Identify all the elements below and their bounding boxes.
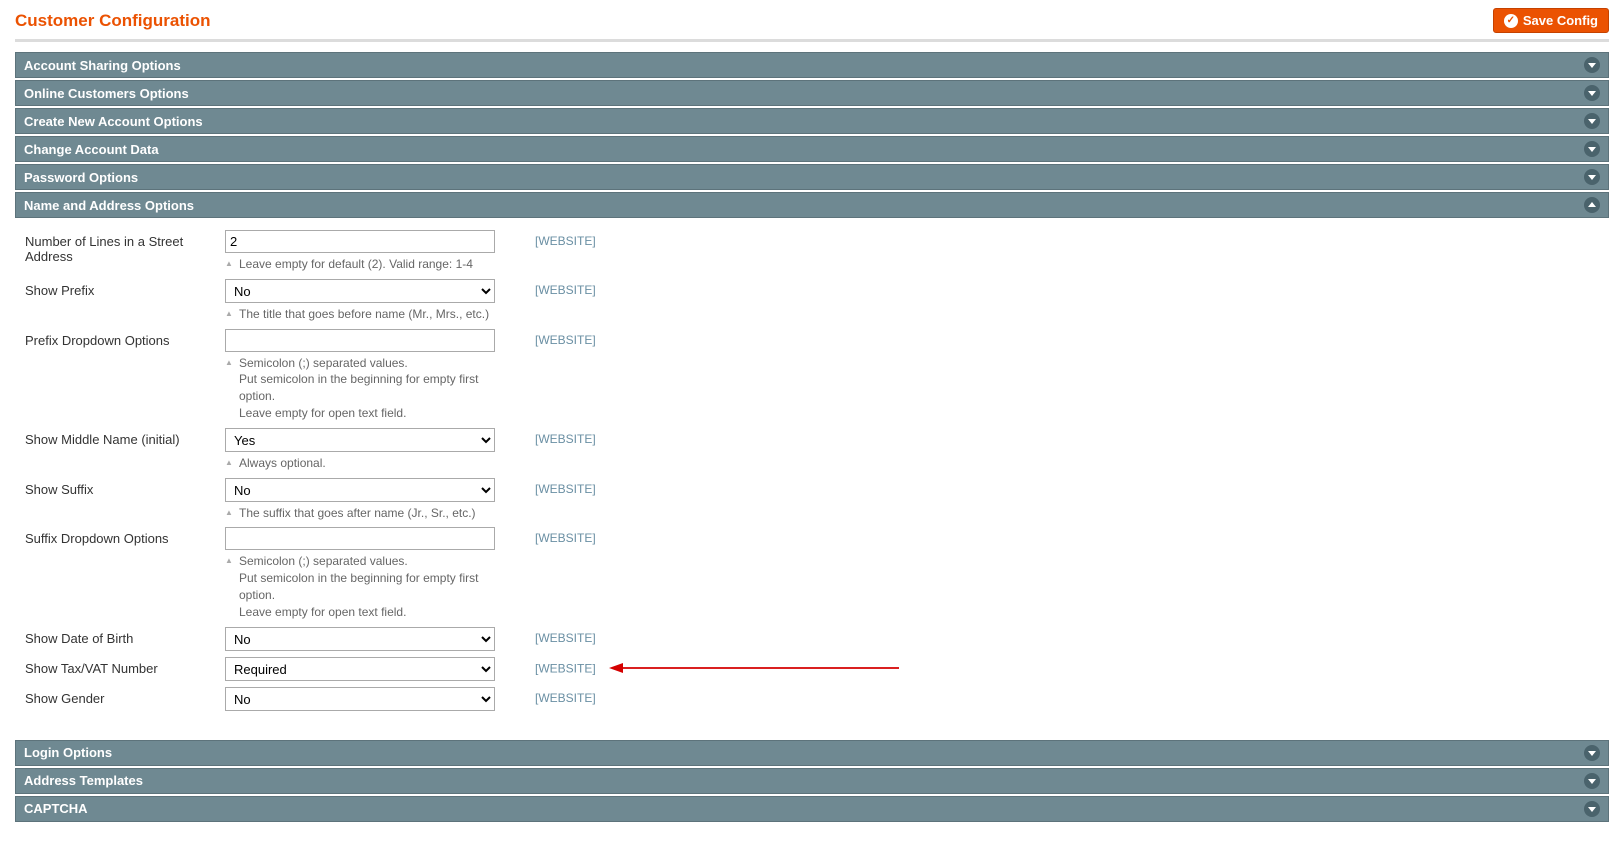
suffix-options-input[interactable] — [225, 527, 495, 550]
lines-input[interactable] — [225, 230, 495, 253]
field-row-show-prefix: Show Prefix No The title that goes befor… — [25, 279, 1599, 323]
annotation-arrow-icon — [609, 661, 899, 678]
section-title: Create New Account Options — [24, 114, 203, 129]
scope-label: [WEBSITE] — [535, 234, 596, 248]
section-title: Account Sharing Options — [24, 58, 181, 73]
page-title: Customer Configuration — [15, 11, 211, 31]
scope-label: [WEBSITE] — [535, 283, 596, 297]
section-account-sharing[interactable]: Account Sharing Options — [15, 52, 1609, 78]
chevron-up-icon — [1584, 197, 1600, 213]
section-title: Online Customers Options — [24, 86, 189, 101]
section-title: Password Options — [24, 170, 138, 185]
chevron-down-icon — [1584, 773, 1600, 789]
field-label: Show Tax/VAT Number — [25, 657, 225, 676]
field-row-lines: Number of Lines in a Street Address Leav… — [25, 230, 1599, 273]
field-label: Show Suffix — [25, 478, 225, 497]
scope-label: [WEBSITE] — [535, 333, 596, 347]
section-title: Name and Address Options — [24, 198, 194, 213]
field-label: Number of Lines in a Street Address — [25, 230, 225, 264]
prefix-options-input[interactable] — [225, 329, 495, 352]
section-change-account[interactable]: Change Account Data — [15, 136, 1609, 162]
chevron-down-icon — [1584, 141, 1600, 157]
field-label: Show Gender — [25, 687, 225, 706]
scope-label: [WEBSITE] — [535, 482, 596, 496]
scope-label: [WEBSITE] — [535, 631, 596, 645]
scope-label: [WEBSITE] — [535, 531, 596, 545]
show-dob-select[interactable]: No — [225, 627, 495, 651]
chevron-down-icon — [1584, 57, 1600, 73]
name-address-fieldset: Number of Lines in a Street Address Leav… — [15, 220, 1609, 732]
show-prefix-select[interactable]: No — [225, 279, 495, 303]
section-title: Address Templates — [24, 773, 143, 788]
section-title: Change Account Data — [24, 142, 159, 157]
show-tax-select[interactable]: Required — [225, 657, 495, 681]
field-label: Show Date of Birth — [25, 627, 225, 646]
scope-label: [WEBSITE] — [535, 432, 596, 446]
field-hint: Always optional. — [225, 455, 495, 472]
field-row-show-tax: Show Tax/VAT Number Required [WEBSITE] — [25, 657, 1599, 681]
show-suffix-select[interactable]: No — [225, 478, 495, 502]
field-row-show-gender: Show Gender No [WEBSITE] — [25, 687, 1599, 711]
field-hint: The title that goes before name (Mr., Mr… — [225, 306, 495, 323]
section-address-templates[interactable]: Address Templates — [15, 768, 1609, 794]
chevron-down-icon — [1584, 85, 1600, 101]
field-row-show-dob: Show Date of Birth No [WEBSITE] — [25, 627, 1599, 651]
field-hint: Leave empty for default (2). Valid range… — [225, 256, 495, 273]
field-hint: Semicolon (;) separated values. Put semi… — [225, 553, 495, 620]
field-label: Prefix Dropdown Options — [25, 329, 225, 348]
field-hint: The suffix that goes after name (Jr., Sr… — [225, 505, 495, 522]
field-hint: Semicolon (;) separated values. Put semi… — [225, 355, 495, 422]
field-row-show-suffix: Show Suffix No The suffix that goes afte… — [25, 478, 1599, 522]
chevron-down-icon — [1584, 745, 1600, 761]
save-button-label: Save Config — [1523, 13, 1598, 28]
section-online-customers[interactable]: Online Customers Options — [15, 80, 1609, 106]
section-captcha[interactable]: CAPTCHA — [15, 796, 1609, 822]
field-row-show-middle: Show Middle Name (initial) Yes Always op… — [25, 428, 1599, 472]
chevron-down-icon — [1584, 113, 1600, 129]
section-title: Login Options — [24, 745, 112, 760]
section-create-account[interactable]: Create New Account Options — [15, 108, 1609, 134]
field-row-suffix-options: Suffix Dropdown Options Semicolon (;) se… — [25, 527, 1599, 620]
section-login[interactable]: Login Options — [15, 740, 1609, 766]
save-config-button[interactable]: ✓ Save Config — [1493, 8, 1609, 33]
chevron-down-icon — [1584, 801, 1600, 817]
field-label: Suffix Dropdown Options — [25, 527, 225, 546]
chevron-down-icon — [1584, 169, 1600, 185]
check-icon: ✓ — [1504, 14, 1518, 28]
scope-label: [WEBSITE] — [535, 661, 596, 675]
field-label: Show Prefix — [25, 279, 225, 298]
show-gender-select[interactable]: No — [225, 687, 495, 711]
scope-label: [WEBSITE] — [535, 691, 596, 705]
section-title: CAPTCHA — [24, 801, 88, 816]
page-header: Customer Configuration ✓ Save Config — [15, 0, 1609, 42]
show-middle-select[interactable]: Yes — [225, 428, 495, 452]
field-label: Show Middle Name (initial) — [25, 428, 225, 447]
field-row-prefix-options: Prefix Dropdown Options Semicolon (;) se… — [25, 329, 1599, 422]
section-password[interactable]: Password Options — [15, 164, 1609, 190]
section-name-address[interactable]: Name and Address Options — [15, 192, 1609, 218]
